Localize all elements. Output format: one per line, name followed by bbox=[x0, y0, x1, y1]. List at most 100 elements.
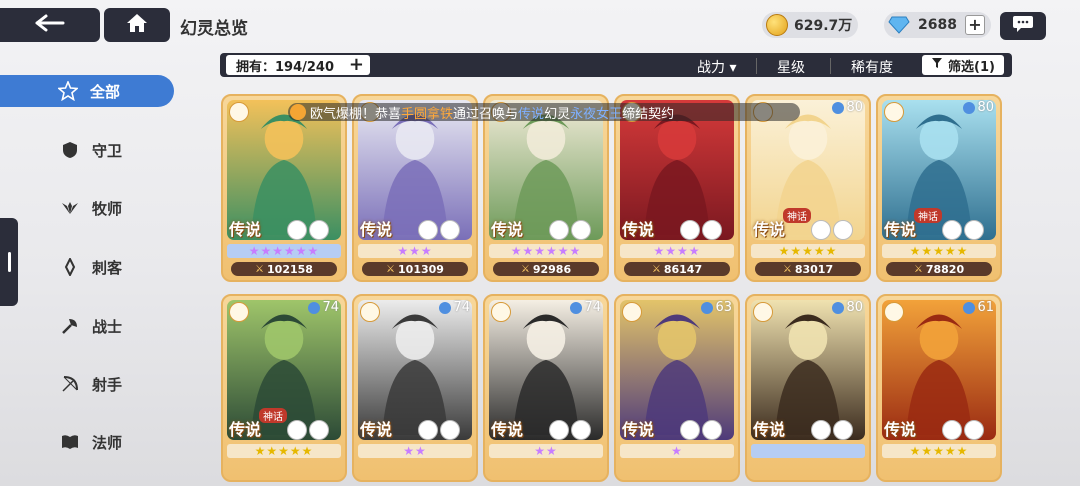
rarity-label: 传说 bbox=[753, 420, 786, 439]
sort-star[interactable]: 星级 bbox=[777, 57, 805, 77]
side-drawer-handle[interactable] bbox=[0, 218, 18, 306]
sidebar-item-label: 守卫 bbox=[92, 141, 123, 160]
level-value: 63 bbox=[715, 300, 732, 315]
sidebar-item-guardian[interactable]: 守卫 bbox=[60, 135, 180, 165]
divider bbox=[830, 58, 831, 74]
dagger-icon bbox=[60, 257, 80, 277]
class-badge-icon bbox=[360, 302, 380, 322]
spirit-level: 80 bbox=[832, 100, 863, 115]
chat-button[interactable] bbox=[1000, 12, 1046, 40]
sidebar-item-label: 射手 bbox=[92, 375, 123, 394]
ticker-suffix: 缔结契约 bbox=[622, 106, 675, 122]
back-arrow-icon bbox=[35, 13, 65, 38]
sort-rarity[interactable]: 稀有度 bbox=[851, 57, 893, 77]
rarity-label: 传说 bbox=[884, 420, 917, 439]
book-icon bbox=[60, 432, 80, 452]
page-title: 幻灵总览 bbox=[180, 19, 248, 39]
element-icon bbox=[287, 420, 307, 440]
element-icon bbox=[309, 220, 329, 240]
class-badge-icon bbox=[884, 302, 904, 322]
spirit-card[interactable]: 61 传说 ★★★★★ bbox=[876, 294, 1002, 482]
diamond-icon bbox=[888, 16, 910, 34]
home-button[interactable] bbox=[104, 8, 170, 42]
spirit-card[interactable]: 传说 ★★★★★★ 102158 bbox=[221, 94, 347, 282]
rarity-label: 传说 bbox=[491, 220, 524, 239]
spirit-card[interactable]: 63 传说 ★ bbox=[614, 294, 740, 482]
ticker-spirit: 永夜女王 bbox=[570, 106, 623, 122]
shield-icon bbox=[60, 140, 80, 160]
star-rating: ★★★ bbox=[358, 244, 472, 258]
spirit-card[interactable]: 80 传说 ★★★★★ 神话 78820 bbox=[876, 94, 1002, 282]
spirit-card[interactable]: 74 传说 ★★★★★ 神话 bbox=[221, 294, 347, 482]
class-badge-icon bbox=[884, 102, 904, 122]
sidebar-item-label: 战士 bbox=[92, 317, 123, 336]
rarity-label: 传说 bbox=[622, 220, 655, 239]
spirit-card[interactable]: 80 传说 ★★★★★ 神话 83017 bbox=[745, 94, 871, 282]
sidebar-item-label: 牧师 bbox=[92, 199, 123, 218]
class-badge-icon bbox=[491, 302, 511, 322]
star-rating: ★★★★★★ bbox=[489, 244, 603, 258]
element-icon bbox=[287, 220, 307, 240]
rarity-label: 传说 bbox=[229, 420, 262, 439]
chat-bubble-icon bbox=[1012, 15, 1034, 37]
ticker-mid: 通过召唤与 bbox=[453, 106, 519, 122]
sidebar-item-label: 全部 bbox=[90, 82, 121, 101]
element-icon bbox=[702, 220, 722, 240]
spirit-level: 61 bbox=[963, 300, 994, 315]
combat-power: 101309 bbox=[362, 262, 468, 276]
element-icon bbox=[942, 220, 962, 240]
spirit-card[interactable]: 传说 ★★★★ 86147 bbox=[614, 94, 740, 282]
combat-power: 92986 bbox=[493, 262, 599, 276]
element-icon bbox=[440, 420, 460, 440]
owned-count[interactable]: 拥有：194/240 + bbox=[226, 55, 370, 75]
spirit-card[interactable]: 74 传说 ★★ bbox=[483, 294, 609, 482]
ticker-rarity: 传说 bbox=[518, 106, 545, 122]
element-icon bbox=[811, 420, 831, 440]
filter-button[interactable]: 筛选(1) bbox=[922, 55, 1004, 75]
star-rating: ★ bbox=[620, 444, 734, 458]
element-icon bbox=[440, 220, 460, 240]
rarity-label: 传说 bbox=[360, 420, 393, 439]
sidebar-item-warrior[interactable]: 战士 bbox=[60, 311, 180, 341]
level-value: 80 bbox=[846, 100, 863, 115]
add-gems-button[interactable]: + bbox=[964, 15, 985, 35]
sidebar-item-assassin[interactable]: 刺客 bbox=[60, 252, 180, 282]
level-value: 74 bbox=[453, 300, 470, 315]
gem-display: 2688 + bbox=[884, 12, 991, 38]
combat-power: 102158 bbox=[231, 262, 337, 276]
element-icon bbox=[833, 420, 853, 440]
sidebar-item-priest[interactable]: 牧师 bbox=[60, 193, 180, 223]
home-icon bbox=[126, 13, 148, 37]
wings-icon bbox=[60, 198, 80, 218]
star-rating: ★★★★★ bbox=[882, 244, 996, 258]
spirit-card[interactable]: 80 传说 bbox=[745, 294, 871, 482]
spirit-card[interactable]: 74 传说 ★★ bbox=[352, 294, 478, 482]
class-badge-icon bbox=[753, 302, 773, 322]
spirit-card[interactable]: 传说 ★★★ 101309 bbox=[352, 94, 478, 282]
owned-count-label: 拥有：194/240 bbox=[236, 59, 335, 75]
element-icon bbox=[680, 420, 700, 440]
star-rating: ★★★★★★ bbox=[227, 244, 341, 258]
axe-icon bbox=[60, 316, 80, 336]
element-icon bbox=[571, 220, 591, 240]
bow-icon bbox=[60, 374, 80, 394]
sidebar-item-mage[interactable]: 法师 bbox=[60, 427, 180, 457]
back-button[interactable] bbox=[0, 8, 100, 42]
sidebar-item-label: 法师 bbox=[92, 433, 123, 452]
rarity-label: 传说 bbox=[622, 420, 655, 439]
element-icon bbox=[549, 220, 569, 240]
spirit-level: 80 bbox=[963, 100, 994, 115]
sidebar-item-archer[interactable]: 射手 bbox=[60, 369, 180, 399]
spirit-card[interactable]: 传说 ★★★★★★ 92986 bbox=[483, 94, 609, 282]
spirit-level: 63 bbox=[701, 300, 732, 315]
announcement-ticker: 欧气爆棚！恭喜 手圆拿铁 通过召唤与 传说 幻灵 永夜女王 缔结契约 bbox=[288, 103, 800, 122]
divider bbox=[756, 58, 757, 74]
element-icon bbox=[418, 220, 438, 240]
element-icon bbox=[942, 420, 962, 440]
sidebar-item-all[interactable]: 全部 bbox=[0, 75, 174, 107]
combat-power: 83017 bbox=[755, 262, 861, 276]
sort-power[interactable]: 战力 ▾ bbox=[697, 57, 736, 77]
myth-tag: 神话 bbox=[259, 408, 287, 423]
element-icon bbox=[571, 420, 591, 440]
ticker-player: 手圆拿铁 bbox=[401, 106, 454, 122]
